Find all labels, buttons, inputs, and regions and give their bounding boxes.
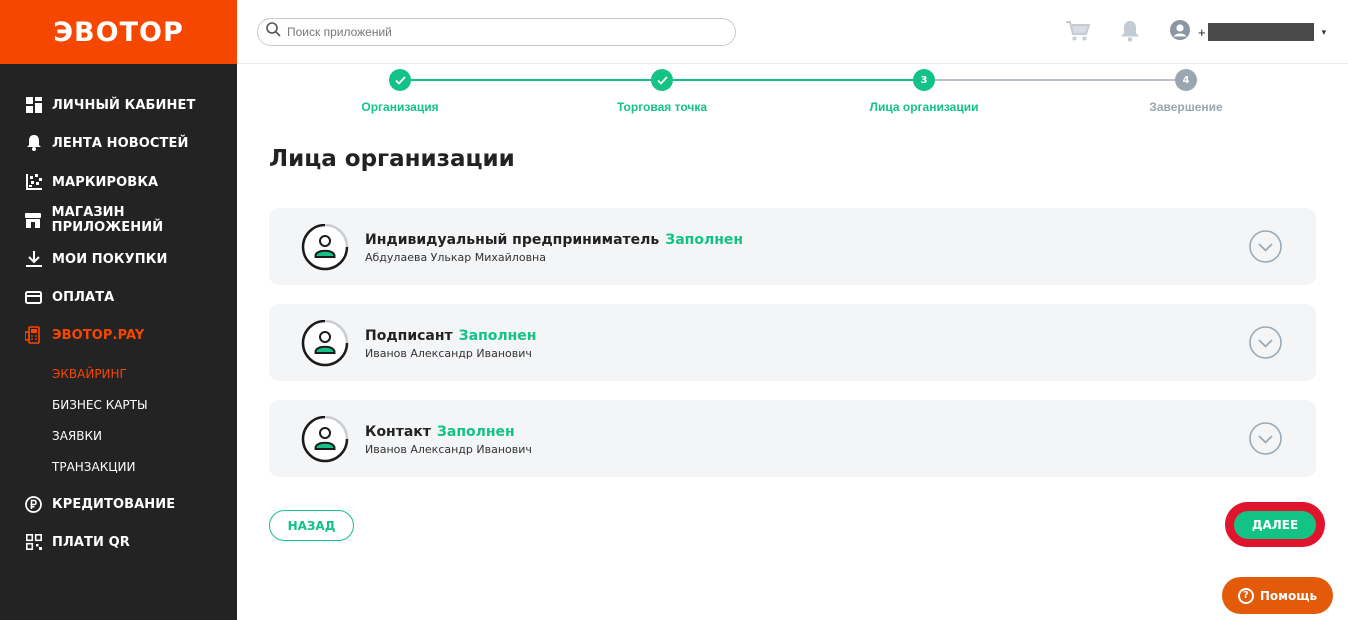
status-badge: Заполнен xyxy=(436,424,515,440)
person-name: Абдулаева Улькар Михайловна xyxy=(365,251,546,264)
ruble-icon xyxy=(24,495,43,513)
sidebar-subitem-applications[interactable]: ЗАЯВКИ xyxy=(52,429,102,443)
person-name: Иванов Александр Иванович xyxy=(365,347,532,360)
user-phone-redacted xyxy=(1207,23,1314,41)
person-avatar-icon xyxy=(301,319,351,370)
search-icon xyxy=(266,22,281,42)
sidebar-item-news[interactable]: ЛЕНТА НОВОСТЕЙ xyxy=(24,131,188,155)
dashboard-icon xyxy=(24,96,43,114)
sidebar-item-label: КРЕДИТОВАНИЕ xyxy=(52,496,176,512)
header: + ▾ xyxy=(237,0,1348,64)
person-card-title-row: Подписант Заполнен xyxy=(365,328,536,344)
sidebar-subitem-acquiring[interactable]: ЭКВАЙРИНГ xyxy=(52,367,127,381)
person-avatar-icon xyxy=(301,223,351,274)
status-badge: Заполнен xyxy=(458,328,537,344)
sidebar-item-label: МАГАЗИН ПРИЛОЖЕНИЙ xyxy=(51,205,164,235)
person-card-title-row: Контакт Заполнен xyxy=(365,424,515,440)
step-connector xyxy=(662,79,913,81)
chevron-down-icon[interactable] xyxy=(1249,230,1282,263)
sidebar-subitem-business-cards[interactable]: БИЗНЕС КАРТЫ xyxy=(52,398,148,412)
step-label-organization: Организация xyxy=(361,100,439,114)
person-role: Контакт xyxy=(365,424,431,440)
next-button-highlight: ДАЛЕЕ xyxy=(1225,502,1325,547)
cart-icon[interactable] xyxy=(1066,20,1091,47)
download-icon xyxy=(24,250,43,268)
page-title: Лица организации xyxy=(269,146,515,172)
notification-bell-icon[interactable] xyxy=(1120,20,1140,47)
step-label-persons: Лица организации xyxy=(869,100,979,114)
back-button[interactable]: НАЗАД xyxy=(269,510,354,541)
sidebar-item-label: ЛЕНТА НОВОСТЕЙ xyxy=(52,135,189,151)
sidebar-item-purchases[interactable]: МОИ ПОКУПКИ xyxy=(24,247,167,271)
card-icon xyxy=(24,288,43,306)
bell-icon xyxy=(24,134,43,152)
step-label-finish: Завершение xyxy=(1149,100,1223,114)
sidebar-item-label: МОИ ПОКУПКИ xyxy=(52,251,168,267)
person-card-signer[interactable]: Подписант Заполнен Иванов Александр Иван… xyxy=(269,304,1316,381)
logo[interactable]: ЭВОТОР xyxy=(0,0,237,64)
help-button[interactable]: ? Помощь xyxy=(1222,577,1333,614)
sidebar-item-label: ЭВОТОР.PAY xyxy=(52,327,145,343)
sidebar-item-credit[interactable]: КРЕДИТОВАНИЕ xyxy=(24,492,175,516)
person-card-contact[interactable]: Контакт Заполнен Иванов Александр Иванов… xyxy=(269,400,1316,477)
sidebar-item-pay-qr[interactable]: ПЛАТИ QR xyxy=(24,530,130,554)
logo-text: ЭВОТОР xyxy=(53,16,184,48)
question-icon: ? xyxy=(1237,587,1254,604)
step-3-number: 3 xyxy=(913,69,935,91)
step-label-store: Торговая точка xyxy=(616,100,708,114)
qr-icon xyxy=(24,533,43,551)
sidebar-item-marking[interactable]: МАРКИРОВКА xyxy=(24,170,158,194)
person-card-entrepreneur[interactable]: Индивидуальный предприниматель Заполнен … xyxy=(269,208,1316,285)
user-phone-prefix: + xyxy=(1198,24,1206,40)
sidebar-item-evotor-pay[interactable]: ЭВОТОР.PAY xyxy=(24,323,144,347)
store-icon xyxy=(24,211,43,229)
person-avatar-icon xyxy=(301,415,351,466)
sidebar: ЭВОТОР ЛИЧНЫЙ КАБИНЕТ ЛЕНТА НОВОСТЕЙ МАР… xyxy=(0,0,237,620)
sidebar-item-payment[interactable]: ОПЛАТА xyxy=(24,285,114,309)
user-avatar-icon xyxy=(1170,19,1190,45)
step-1-check-icon xyxy=(389,69,411,91)
sidebar-item-label: ПЛАТИ QR xyxy=(52,534,130,550)
step-connector xyxy=(923,79,1175,81)
search-box[interactable] xyxy=(257,18,736,46)
person-name: Иванов Александр Иванович xyxy=(365,443,532,456)
step-connector xyxy=(400,79,652,81)
sidebar-item-label: ЛИЧНЫЙ КАБИНЕТ xyxy=(52,97,196,113)
help-label: Помощь xyxy=(1259,588,1318,603)
terminal-icon xyxy=(24,326,43,344)
user-menu[interactable]: + ▾ xyxy=(1170,19,1327,45)
chevron-down-icon[interactable] xyxy=(1249,326,1282,359)
sidebar-subitem-transactions[interactable]: ТРАНЗАКЦИИ xyxy=(52,460,136,474)
caret-down-icon: ▾ xyxy=(1321,26,1327,37)
sidebar-item-label: ОПЛАТА xyxy=(52,289,115,305)
sidebar-item-dashboard[interactable]: ЛИЧНЫЙ КАБИНЕТ xyxy=(24,93,195,117)
progress-stepper: 3 4 Организация Торговая точка Лица орга… xyxy=(237,64,1348,124)
step-4-number: 4 xyxy=(1175,69,1197,91)
person-role: Подписант xyxy=(365,328,453,344)
sidebar-item-label: МАРКИРОВКА xyxy=(52,174,159,190)
chevron-down-icon[interactable] xyxy=(1249,422,1282,455)
person-card-title-row: Индивидуальный предприниматель Заполнен xyxy=(365,232,743,248)
person-role: Индивидуальный предприниматель xyxy=(365,232,660,248)
datamatrix-icon xyxy=(24,173,43,191)
sidebar-item-app-store[interactable]: МАГАЗИН ПРИЛОЖЕНИЙ xyxy=(24,205,237,235)
search-input[interactable] xyxy=(287,25,707,39)
next-button[interactable]: ДАЛЕЕ xyxy=(1234,510,1316,539)
step-2-check-icon xyxy=(651,69,673,91)
status-badge: Заполнен xyxy=(665,232,744,248)
